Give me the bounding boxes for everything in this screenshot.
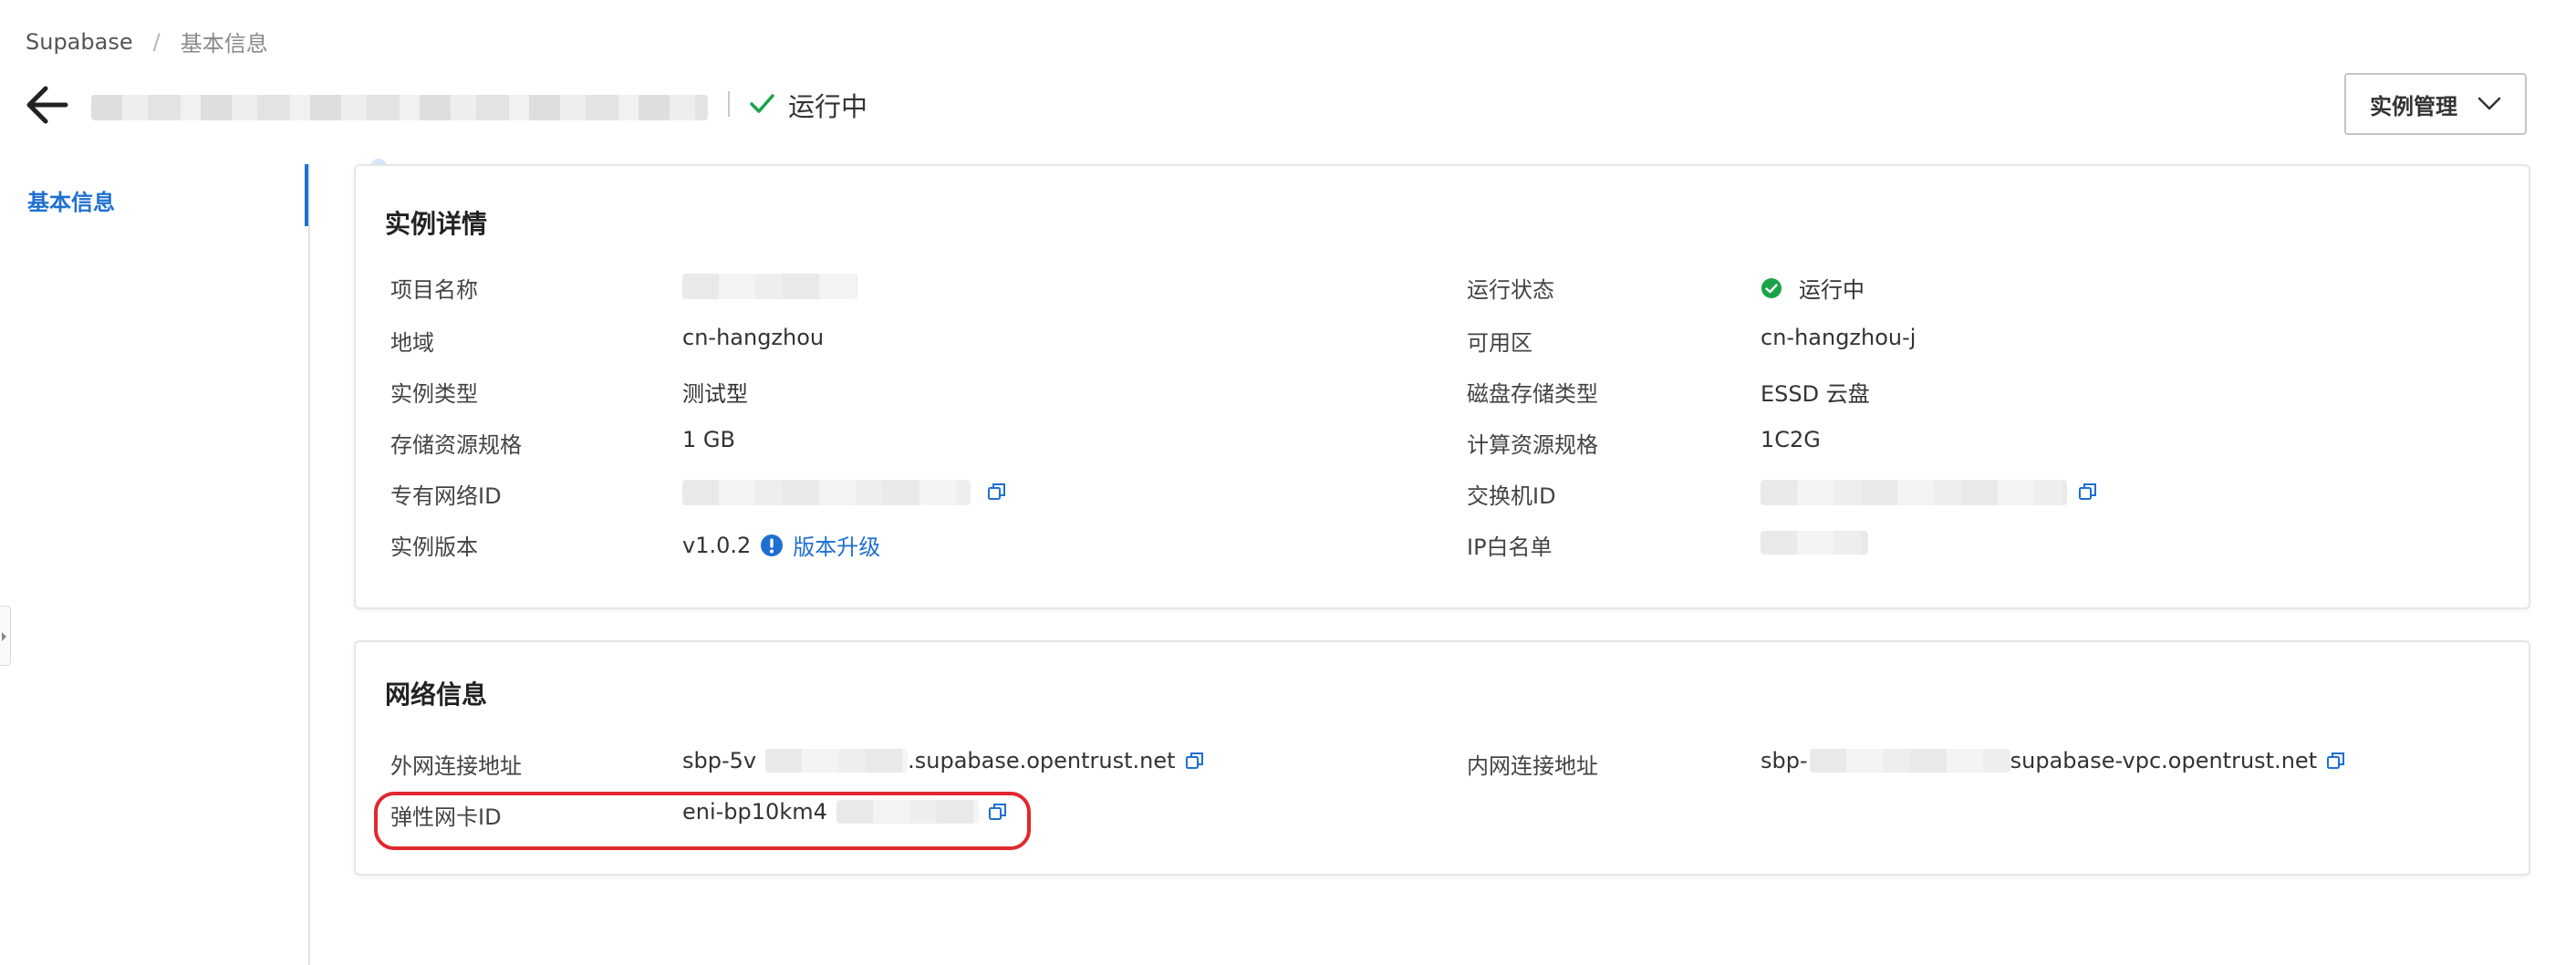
- copy-icon[interactable]: [987, 482, 1007, 502]
- label-private-endpoint: 内网连接地址: [1467, 753, 1598, 779]
- label-public-endpoint: 外网连接地址: [390, 753, 522, 779]
- network-info-card: 网络信息 外网连接地址 sbp-5v .supabase.opentrust.n…: [354, 640, 2530, 876]
- sidebar-collapse-handle[interactable]: [0, 606, 11, 666]
- vpc-id-redacted: [682, 480, 971, 505]
- breadcrumb-separator: /: [152, 28, 161, 55]
- label-run-status: 运行状态: [1467, 277, 1554, 303]
- value-storage-spec: 1 GB: [682, 427, 735, 452]
- copy-icon[interactable]: [988, 802, 1008, 822]
- value-instance-type: 测试型: [682, 381, 748, 407]
- label-ip-whitelist: IP白名单: [1467, 534, 1553, 560]
- public-endpoint: sbp-5v .supabase.opentrust.net: [682, 748, 1205, 773]
- breadcrumb-root[interactable]: Supabase: [26, 29, 133, 55]
- label-instance-version: 实例版本: [390, 534, 478, 560]
- chevron-down-icon: [2477, 97, 2501, 110]
- success-dot-icon: [1761, 277, 1781, 298]
- breadcrumb-current: 基本信息: [180, 31, 268, 57]
- public-endpoint-suffix: .supabase.opentrust.net: [908, 748, 1176, 773]
- value-instance-version: v1.0.2: [682, 532, 752, 558]
- value-run-status: 运行中: [1799, 277, 1864, 303]
- instance-details-title: 实例详情: [385, 209, 488, 239]
- eni-id: eni-bp10km4: [682, 799, 1008, 825]
- label-vpc-id: 专有网络ID: [390, 483, 502, 509]
- breadcrumb: Supabase / 基本信息: [26, 26, 268, 57]
- copy-icon[interactable]: [1185, 751, 1205, 771]
- instance-manage-button[interactable]: 实例管理: [2344, 73, 2527, 135]
- label-availability-zone: 可用区: [1467, 330, 1532, 356]
- info-icon: [761, 534, 784, 556]
- instance-details-card: 实例详情 项目名称 地域 实例类型 存储资源规格 专有网络ID 实例版本 cn-…: [354, 164, 2530, 609]
- instance-name-redacted: [91, 95, 708, 120]
- project-name-redacted: [682, 274, 857, 299]
- private-endpoint-prefix: sbp-: [1761, 748, 1808, 773]
- header-status-text: 运行中: [788, 91, 868, 122]
- public-endpoint-redacted: [765, 749, 909, 773]
- public-endpoint-prefix: sbp-5v: [682, 748, 757, 773]
- run-status: 运行中: [1761, 272, 1864, 304]
- eni-id-redacted: [836, 800, 979, 824]
- version-upgrade-link[interactable]: 版本升级: [793, 529, 880, 561]
- private-endpoint-redacted: [1809, 749, 2010, 773]
- sidebar-item-basic-info[interactable]: 基本信息: [27, 184, 115, 216]
- vswitch-id-redacted: [1761, 480, 2067, 505]
- sidebar: [0, 164, 310, 965]
- header-divider: [728, 91, 730, 117]
- label-region: 地域: [390, 330, 434, 356]
- value-compute-spec: 1C2G: [1761, 427, 1821, 452]
- sidebar-active-indicator: [305, 164, 308, 226]
- instance-manage-label: 实例管理: [2370, 94, 2457, 119]
- label-instance-type: 实例类型: [390, 381, 478, 407]
- private-endpoint-suffix: supabase-vpc.opentrust.net: [2010, 748, 2318, 773]
- page: Supabase / 基本信息 运行中 实例管理 基本信息 实例详情 项目名称 …: [0, 0, 2576, 965]
- value-disk-type: ESSD 云盘: [1761, 381, 1870, 407]
- label-compute-spec: 计算资源规格: [1467, 432, 1598, 458]
- copy-icon[interactable]: [2078, 482, 2098, 502]
- instance-version: v1.0.2 版本升级: [682, 529, 880, 561]
- value-region: cn-hangzhou: [682, 325, 825, 350]
- value-availability-zone: cn-hangzhou-j: [1761, 325, 1916, 350]
- label-vswitch-id: 交换机ID: [1467, 483, 1556, 509]
- copy-icon[interactable]: [2326, 751, 2346, 771]
- network-info-title: 网络信息: [385, 680, 488, 710]
- label-project-name: 项目名称: [390, 277, 478, 303]
- label-disk-type: 磁盘存储类型: [1467, 381, 1598, 407]
- eni-id-prefix: eni-bp10km4: [682, 799, 827, 825]
- back-arrow-icon[interactable]: [24, 84, 71, 126]
- check-icon: [750, 94, 774, 113]
- label-storage-spec: 存储资源规格: [390, 432, 522, 458]
- label-eni-id: 弹性网卡ID: [390, 804, 502, 830]
- private-endpoint: sbp- supabase-vpc.opentrust.net: [1761, 748, 2346, 773]
- ip-whitelist-redacted: [1761, 531, 1868, 555]
